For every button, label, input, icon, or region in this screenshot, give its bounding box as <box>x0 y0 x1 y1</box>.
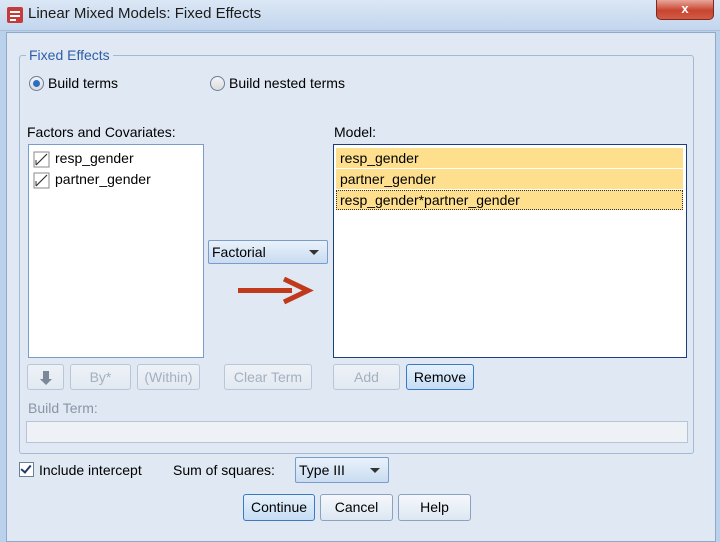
remove-button[interactable]: Remove <box>406 364 474 390</box>
help-button[interactable]: Help <box>398 494 471 521</box>
fixed-effects-group-label: Fixed Effects <box>26 47 113 63</box>
term-type-value: Factorial <box>212 244 266 260</box>
factor-label: resp_gender <box>55 150 134 166</box>
model-term-label: resp_gender*partner_gender <box>340 192 520 208</box>
factor-label: partner_gender <box>55 171 151 187</box>
model-term-label: resp_gender <box>340 150 419 166</box>
build-terms-radio[interactable] <box>29 76 44 91</box>
continue-button[interactable]: Continue <box>243 494 315 521</box>
clear-term-button-label: Clear Term <box>233 369 303 385</box>
factors-covariates-list[interactable]: resp_gender partner_gender <box>28 144 204 358</box>
spss-app-icon <box>7 7 23 23</box>
close-icon: x <box>681 1 689 16</box>
checkmark-icon <box>20 462 32 474</box>
add-button[interactable]: Add <box>333 364 400 390</box>
build-nested-terms-label: Build nested terms <box>229 75 345 91</box>
right-arrow-icon <box>238 277 314 305</box>
model-label: Model: <box>334 124 377 140</box>
continue-button-label: Continue <box>250 499 308 515</box>
sum-of-squares-label: Sum of squares: <box>173 462 275 478</box>
chevron-down-icon <box>309 250 319 255</box>
term-type-dropdown[interactable]: Factorial <box>208 240 328 264</box>
move-down-button[interactable] <box>27 364 64 390</box>
cancel-button-label: Cancel <box>334 499 379 515</box>
list-item[interactable]: resp_gender*partner_gender <box>336 190 683 210</box>
title-bar: Linear Mixed Models: Fixed Effects x <box>0 0 720 31</box>
within-button[interactable]: (Within) <box>137 364 200 390</box>
help-button-label: Help <box>420 499 449 515</box>
list-item[interactable]: resp_gender <box>336 148 683 168</box>
window-title: Linear Mixed Models: Fixed Effects <box>28 5 262 22</box>
list-item[interactable]: partner_gender <box>336 169 683 189</box>
list-item[interactable]: partner_gender <box>33 169 151 189</box>
by-button[interactable]: By* <box>70 364 131 390</box>
sum-of-squares-dropdown[interactable]: Type III <box>295 457 389 483</box>
model-list[interactable]: resp_gender partner_gender resp_gender*p… <box>333 144 687 358</box>
list-item[interactable]: resp_gender <box>33 148 134 168</box>
down-arrow-icon <box>39 371 52 386</box>
within-button-label: (Within) <box>144 369 193 385</box>
sum-of-squares-value: Type III <box>299 462 345 478</box>
clear-term-button[interactable]: Clear Term <box>224 364 312 390</box>
build-terms-label: Build terms <box>48 75 119 91</box>
scale-variable-icon <box>33 172 50 189</box>
build-nested-terms-radio[interactable] <box>210 76 225 91</box>
by-button-label: By* <box>89 369 112 385</box>
chevron-down-icon <box>370 468 380 473</box>
add-button-label: Add <box>354 369 379 385</box>
remove-button-label: Remove <box>413 369 467 385</box>
build-term-label: Build Term: <box>28 400 98 416</box>
model-term-label: partner_gender <box>340 171 436 187</box>
factors-covariates-label: Factors and Covariates: <box>27 124 176 140</box>
include-intercept-checkbox[interactable] <box>19 462 34 477</box>
build-term-field[interactable] <box>26 421 688 443</box>
scale-variable-icon <box>33 151 50 168</box>
close-button[interactable]: x <box>656 0 714 20</box>
include-intercept-label: Include intercept <box>39 462 142 478</box>
cancel-button[interactable]: Cancel <box>320 494 393 521</box>
